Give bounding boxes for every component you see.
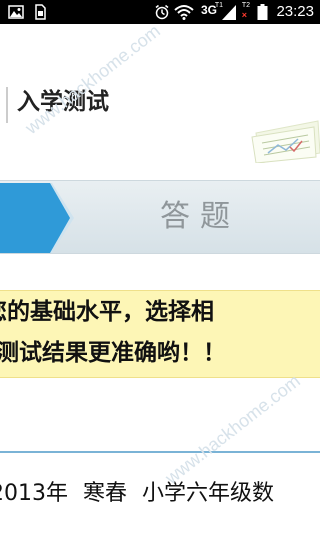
step-progress-bar: 答题 — [0, 180, 320, 254]
test-title: 2013年 寒春 小学六年级数 — [0, 479, 274, 509]
test-list-item[interactable]: 2013年 寒春 小学六年级数 — [0, 453, 320, 533]
screen: 3G T1 T2 × 23:23 入学测试 答题 您的基础水平，选择相 测试结果… — [0, 0, 320, 533]
clock: 23:23 — [276, 3, 314, 20]
completed-step-arrow — [0, 183, 74, 253]
title-divider — [6, 87, 8, 123]
header: 入学测试 — [0, 24, 320, 163]
worksheet-illustration — [251, 120, 320, 163]
alarm-icon — [155, 4, 169, 20]
signal-strength-icon — [222, 5, 236, 20]
sim2-label: T2 — [241, 2, 250, 9]
battery-icon — [257, 4, 268, 20]
notice-banner: 您的基础水平，选择相 测试结果更准确哟！！ — [0, 290, 320, 378]
notice-line-1: 您的基础水平，选择相 — [0, 299, 214, 325]
test-course: 小学六年级数 — [142, 481, 275, 506]
sim-card-icon — [35, 4, 46, 20]
wifi-icon — [174, 5, 194, 20]
notice-line-2: 测试结果更准确哟！！ — [0, 340, 226, 366]
status-bar: 3G T1 T2 × 23:23 — [0, 0, 320, 24]
current-step-label: 答题 — [160, 199, 240, 234]
test-year: 2013年 — [0, 481, 68, 506]
test-season: 寒春 — [83, 481, 128, 506]
image-notification-icon — [8, 5, 24, 19]
sim2-no-signal-mark: × — [241, 10, 247, 20]
page-title: 入学测试 — [17, 89, 109, 115]
